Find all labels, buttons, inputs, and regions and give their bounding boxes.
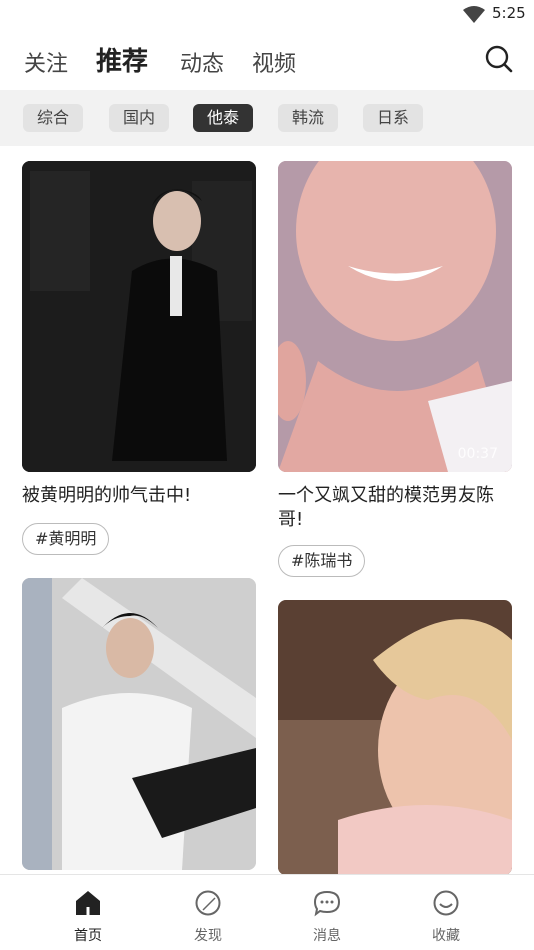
search-icon[interactable] xyxy=(484,44,514,74)
post-title-line: 哥! xyxy=(278,509,304,530)
bottom-nav-favorite[interactable]: 收藏 xyxy=(406,875,486,950)
bottom-nav: 首页 发现 消息 收藏 xyxy=(0,874,534,950)
tab-dynamic[interactable]: 动态 xyxy=(180,46,224,78)
favorite-icon xyxy=(433,890,459,916)
bottom-nav-label: 收藏 xyxy=(432,928,460,944)
status-time: 5:25 xyxy=(492,4,526,22)
person-photo xyxy=(278,600,512,874)
video-duration: 00:37 xyxy=(457,446,498,462)
tab-video[interactable]: 视频 xyxy=(252,46,296,78)
bottom-nav-label: 首页 xyxy=(74,928,102,944)
category-chip-domestic[interactable]: 国内 xyxy=(109,104,170,132)
category-chip-general[interactable]: 综合 xyxy=(23,104,84,132)
post-tag[interactable]: #黄明明 xyxy=(22,523,110,555)
video-thumbnail[interactable]: 00:37 xyxy=(278,161,512,472)
bottom-nav-discover[interactable]: 发现 xyxy=(168,875,248,950)
tab-recommend[interactable]: 推荐 xyxy=(96,41,148,78)
bottom-nav-label: 发现 xyxy=(194,928,222,944)
category-bar: 综合 国内 他泰 韩流 日系 xyxy=(0,90,534,146)
status-bar: 5:25 xyxy=(0,0,534,30)
post-tag[interactable]: #陈瑞书 xyxy=(278,545,366,577)
home-icon xyxy=(76,891,100,915)
message-icon xyxy=(313,890,341,917)
bottom-nav-home[interactable]: 首页 xyxy=(48,875,128,950)
person-photo xyxy=(22,161,256,472)
tab-follow[interactable]: 关注 xyxy=(24,46,68,78)
post-title[interactable]: 被黄明明的帅气击中! xyxy=(22,484,191,508)
person-photo xyxy=(278,161,512,472)
post-image[interactable] xyxy=(22,161,256,472)
bottom-nav-message[interactable]: 消息 xyxy=(287,875,367,950)
post-image[interactable] xyxy=(22,578,256,870)
post-image[interactable] xyxy=(278,600,512,874)
discover-icon xyxy=(195,890,221,916)
category-chip-thai[interactable]: 他泰 xyxy=(193,104,254,132)
category-chip-korean[interactable]: 韩流 xyxy=(278,104,339,132)
post-title[interactable]: 一个又飒又甜的模范男友陈 哥! xyxy=(278,484,494,532)
post-title-line: 一个又飒又甜的模范男友陈 xyxy=(278,485,494,506)
category-chip-japanese[interactable]: 日系 xyxy=(363,104,424,132)
bottom-nav-label: 消息 xyxy=(313,928,341,944)
top-nav: 关注 推荐 动态 视频 xyxy=(0,38,534,88)
feed: 被黄明明的帅气击中! #黄明明 00:37 一个又飒又甜的模范男友陈 哥! #陈… xyxy=(0,146,534,874)
person-photo xyxy=(22,578,256,870)
wifi-icon xyxy=(463,6,485,23)
